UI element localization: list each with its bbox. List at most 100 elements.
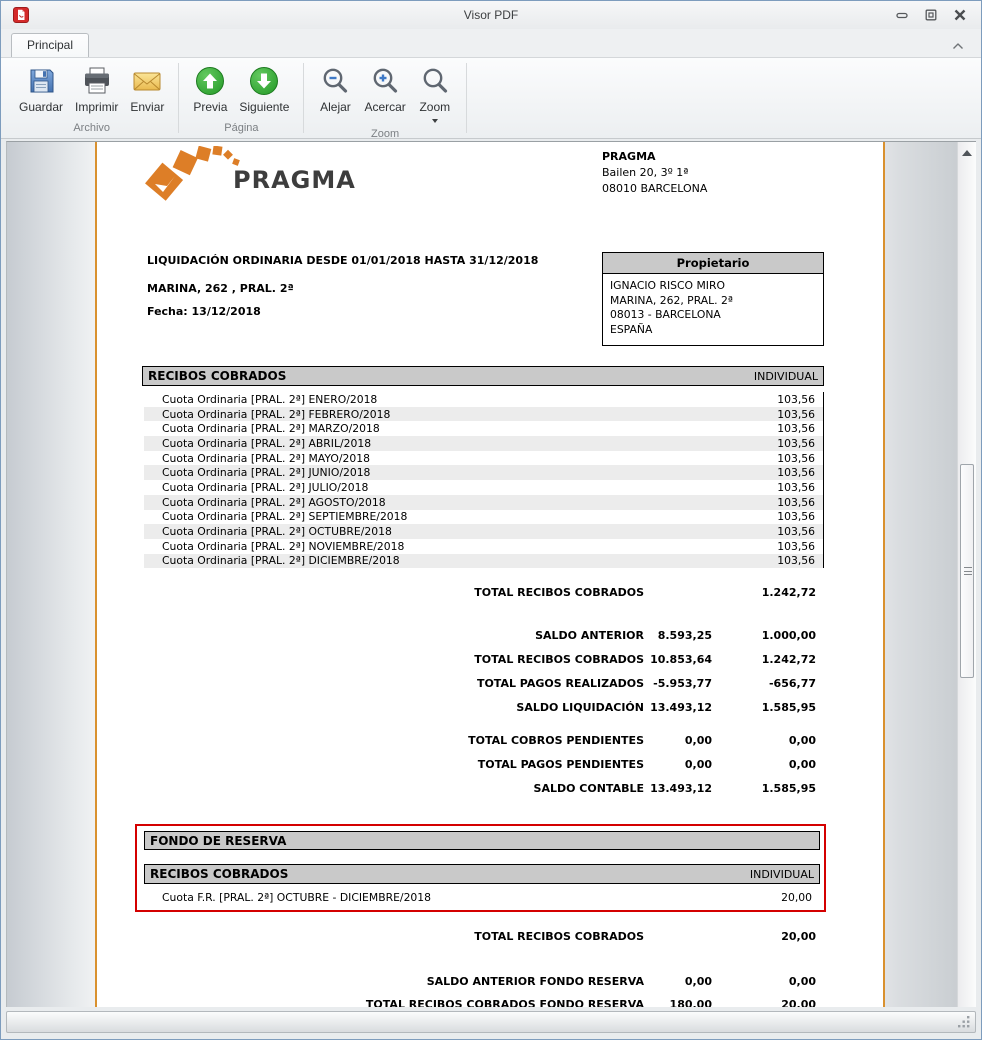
owner-line: 08013 - BARCELONA — [610, 308, 816, 323]
ribbon-group-archivo: Guardar Imprimir — [7, 58, 176, 138]
receipt-label: Cuota Ordinaria [PRAL. 2ª] ENERO/2018 — [162, 393, 377, 406]
receipts-total-row: TOTAL RECIBOS COBRADOS 1.242,72 — [144, 586, 824, 602]
receipts-header-individual: INDIVIDUAL — [754, 370, 818, 383]
zoom-in-icon — [369, 65, 401, 97]
minimize-button[interactable] — [895, 8, 909, 20]
summary-label: TOTAL PAGOS REALIZADOS — [477, 677, 644, 690]
receipt-label: Cuota Ordinaria [PRAL. 2ª] FEBRERO/2018 — [162, 408, 390, 421]
ribbon: Guardar Imprimir — [1, 57, 981, 139]
receipt-label: Cuota Ordinaria [PRAL. 2ª] MAYO/2018 — [162, 452, 370, 465]
ribbon-tabrow: Principal — [1, 29, 981, 57]
receipt-label: Cuota Ordinaria [PRAL. 2ª] SEPTIEMBRE/20… — [162, 510, 407, 523]
scrollbar-thumb[interactable] — [960, 464, 974, 678]
chevron-down-icon — [432, 119, 438, 123]
summary-row: SALDO ANTERIOR 8.593,25 1.000,00 — [144, 629, 824, 645]
maximize-button[interactable] — [924, 8, 938, 20]
zoom-icon — [419, 65, 451, 97]
summary-row: TOTAL RECIBOS COBRADOS FONDO RESERVA 180… — [144, 998, 824, 1007]
save-button[interactable]: Guardar — [13, 61, 69, 116]
previous-page-button-label: Previa — [193, 100, 227, 114]
zoom-in-button-label: Acercar — [364, 100, 405, 114]
scrollbar-grip-icon — [964, 567, 972, 575]
ribbon-group-label-archivo: Archivo — [13, 119, 170, 138]
next-page-button-label: Siguiente — [239, 100, 289, 114]
pragma-logo: PRAGMA — [145, 146, 405, 204]
vertical-scrollbar[interactable] — [957, 142, 976, 1007]
send-button[interactable]: Enviar — [124, 61, 170, 116]
receipt-row: Cuota Ordinaria [PRAL. 2ª] MARZO/2018 10… — [144, 421, 823, 436]
receipts-rows: Cuota Ordinaria [PRAL. 2ª] ENERO/2018 10… — [144, 392, 824, 568]
send-button-label: Enviar — [130, 100, 164, 114]
reserve-header-bar: FONDO DE RESERVA — [144, 831, 820, 850]
summary-label: TOTAL RECIBOS COBRADOS — [474, 653, 644, 666]
summary-amount-community: 180,00 — [670, 998, 712, 1007]
pragma-logo-text: PRAGMA — [233, 166, 356, 194]
receipt-value: 103,56 — [777, 481, 815, 494]
receipt-value: 103,56 — [777, 466, 815, 479]
window-controls — [895, 8, 967, 20]
summary-amount-community: 0,00 — [685, 734, 712, 747]
receipt-value: 103,56 — [777, 422, 815, 435]
receipts-total-value: 1.242,72 — [762, 586, 816, 599]
collapse-ribbon-icon[interactable] — [951, 38, 965, 48]
summary-amount-community: 8.593,25 — [658, 629, 712, 642]
receipt-label: Cuota Ordinaria [PRAL. 2ª] DICIEMBRE/201… — [162, 554, 400, 567]
summary-amount-individual: 1.585,95 — [762, 782, 816, 795]
reserve-total-label: TOTAL RECIBOS COBRADOS — [474, 930, 644, 943]
summary-label: TOTAL PAGOS PENDIENTES — [478, 758, 644, 771]
receipt-row: Cuota Ordinaria [PRAL. 2ª] JULIO/2018 10… — [144, 480, 823, 495]
summary-block-1: SALDO ANTERIOR 8.593,25 1.000,00 TOTAL R… — [144, 629, 824, 725]
titlebar[interactable]: Visor PDF — [1, 1, 981, 29]
document-viewport[interactable]: PRAGMA PRAGMA Bailen 20, 3º 1ª 08010 BAR… — [6, 141, 976, 1007]
summary-amount-individual: -656,77 — [769, 677, 816, 690]
summary-label: SALDO ANTERIOR — [535, 629, 644, 642]
reserve-receipt-row: Cuota F.R. [PRAL. 2ª] OCTUBRE - DICIEMBR… — [144, 890, 820, 905]
summary-amount-individual: 0,00 — [789, 975, 816, 988]
receipt-row: Cuota Ordinaria [PRAL. 2ª] NOVIEMBRE/201… — [144, 539, 823, 554]
receipt-value: 103,56 — [777, 496, 815, 509]
print-button[interactable]: Imprimir — [69, 61, 124, 116]
summary-label: SALDO CONTABLE — [534, 782, 644, 795]
receipt-label: Cuota Ordinaria [PRAL. 2ª] JULIO/2018 — [162, 481, 368, 494]
tab-principal[interactable]: Principal — [11, 33, 89, 57]
summary-amount-individual: 0,00 — [789, 758, 816, 771]
receipt-label: Cuota Ordinaria [PRAL. 2ª] OCTUBRE/2018 — [162, 525, 392, 538]
owner-line: IGNACIO RISCO MIRO — [610, 279, 816, 294]
reserve-receipts-header-bar: RECIBOS COBRADOS INDIVIDUAL — [144, 864, 820, 884]
previous-page-button[interactable]: Previa — [187, 61, 233, 116]
reserve-total-value: 20,00 — [781, 930, 816, 943]
next-page-button[interactable]: Siguiente — [233, 61, 295, 116]
save-button-label: Guardar — [19, 100, 63, 114]
receipt-label: Cuota Ordinaria [PRAL. 2ª] MARZO/2018 — [162, 422, 380, 435]
receipt-value: 103,56 — [777, 554, 815, 567]
close-button[interactable] — [953, 8, 967, 20]
scroll-up-arrow-icon[interactable] — [962, 150, 972, 156]
zoom-dropdown-button-label: Zoom — [419, 100, 450, 114]
company-address-line1: Bailen 20, 3º 1ª — [602, 165, 707, 181]
receipt-row: Cuota Ordinaria [PRAL. 2ª] OCTUBRE/2018 … — [144, 524, 823, 539]
ribbon-group-zoom: Alejar Acercar — [306, 58, 463, 138]
zoom-dropdown-button[interactable]: Zoom — [412, 61, 458, 125]
owner-box-body: IGNACIO RISCO MIROMARINA, 262, PRAL. 2ª0… — [603, 274, 823, 345]
receipt-row: Cuota Ordinaria [PRAL. 2ª] SEPTIEMBRE/20… — [144, 510, 823, 525]
owner-line: ESPAÑA — [610, 323, 816, 338]
visor-pdf-window: Visor PDF Principal — [0, 0, 982, 1040]
summary-amount-individual: 1.242,72 — [762, 653, 816, 666]
annotation-highlight-box: FONDO DE RESERVA RECIBOS COBRADOS INDIVI… — [135, 824, 826, 912]
summary-row: SALDO LIQUIDACIÓN 13.493,12 1.585,95 — [144, 701, 824, 717]
resize-grip-icon[interactable] — [957, 1015, 971, 1029]
summary-amount-individual: 1.585,95 — [762, 701, 816, 714]
summary-row: TOTAL PAGOS REALIZADOS -5.953,77 -656,77 — [144, 677, 824, 693]
summary-amount-community: 13.493,12 — [650, 701, 712, 714]
company-name: PRAGMA — [602, 149, 707, 165]
summary-amount-individual: 0,00 — [789, 734, 816, 747]
summary-amount-community: 0,00 — [685, 758, 712, 771]
receipt-value: 103,56 — [777, 540, 815, 553]
zoom-in-button[interactable]: Acercar — [358, 61, 411, 116]
receipt-row: Cuota Ordinaria [PRAL. 2ª] DICIEMBRE/201… — [144, 554, 823, 569]
zoom-out-button[interactable]: Alejar — [312, 61, 358, 116]
summary-amount-community: 0,00 — [685, 975, 712, 988]
receipt-label: Cuota Ordinaria [PRAL. 2ª] AGOSTO/2018 — [162, 496, 386, 509]
receipt-value: 103,56 — [777, 452, 815, 465]
company-address-block: PRAGMA Bailen 20, 3º 1ª 08010 BARCELONA — [602, 149, 707, 197]
